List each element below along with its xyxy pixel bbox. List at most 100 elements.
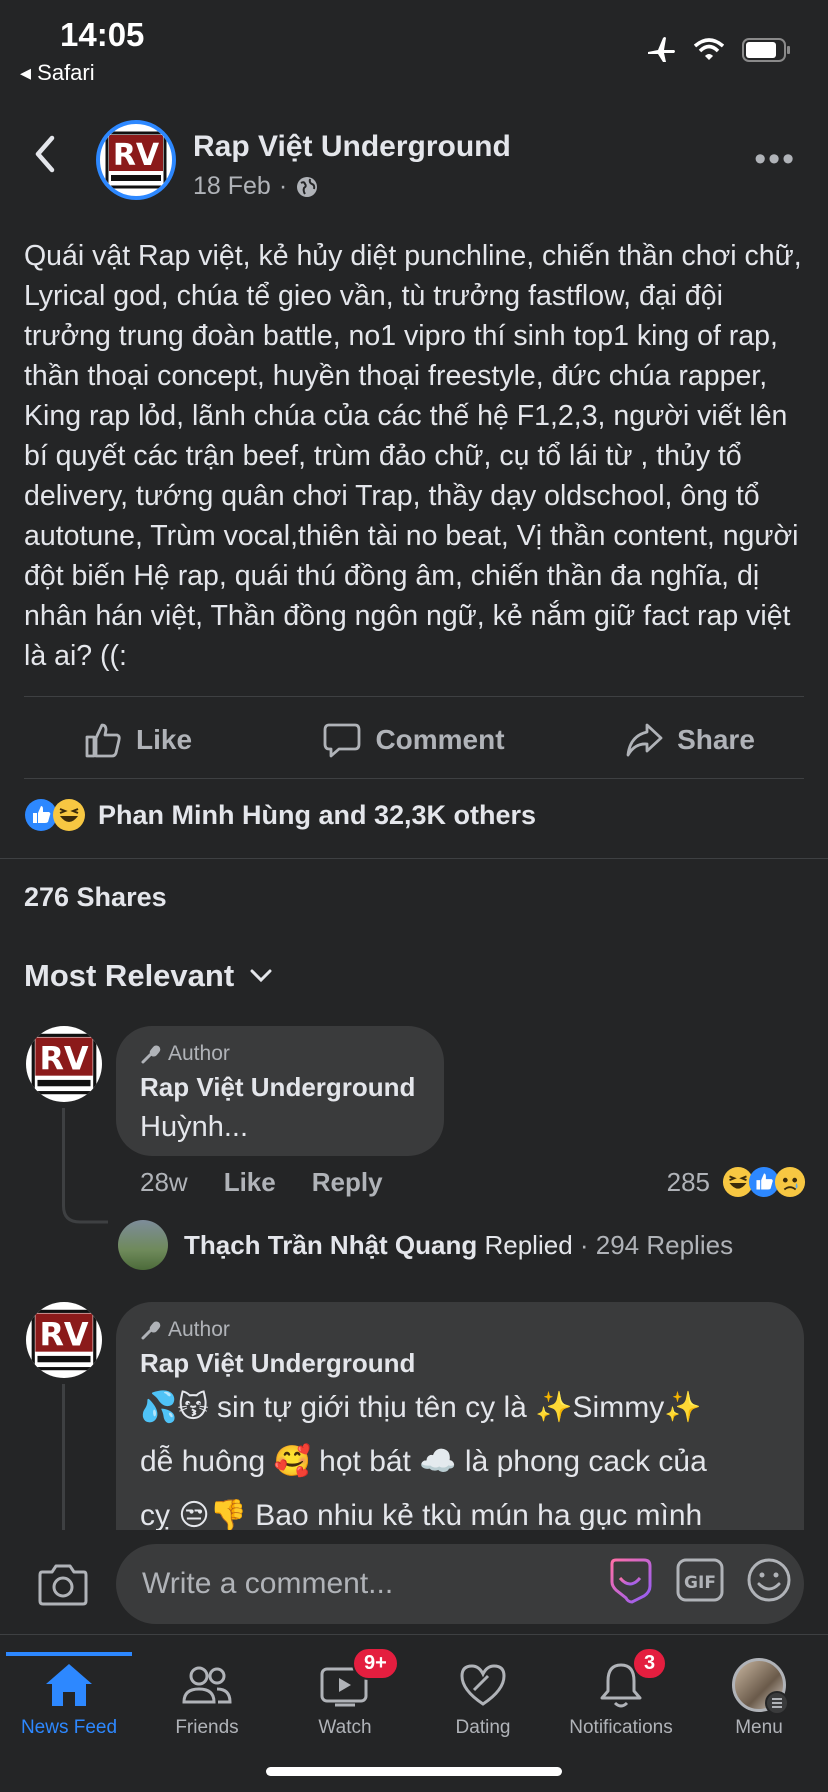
home-icon (46, 1664, 92, 1706)
post-body: Quái vật Rap việt, kẻ hủy diệt punchline… (24, 240, 802, 672)
share-button[interactable]: Share (552, 702, 828, 778)
sad-reaction-icon (774, 1166, 806, 1198)
reactions-summary[interactable]: Phan Minh Hùng and 32,3K others (24, 798, 536, 832)
comment-avatar[interactable]: RV (26, 1302, 102, 1378)
share-label: Share (677, 724, 755, 755)
status-bar: 14:05 ◂ Safari (0, 0, 828, 90)
comment-text-line: dễ huông 🥰 họt bát ☁️ là phong cack của (140, 1445, 707, 1478)
divider (24, 778, 804, 779)
tab-label: Watch (318, 1717, 372, 1738)
back-arrow-icon[interactable] (30, 134, 60, 174)
author-tag-label: Author (168, 1318, 230, 1341)
like-button[interactable]: Like (0, 702, 276, 778)
wifi-icon (694, 38, 724, 60)
microphone-icon (141, 1045, 161, 1064)
page-name[interactable]: Rap Việt Underground (193, 130, 511, 164)
tab-friends[interactable]: Friends (138, 1653, 276, 1739)
avatar-text: RV (39, 1039, 88, 1077)
comment-reply-button[interactable]: Reply (312, 1167, 383, 1198)
comment-composer: Write a comment... GIF (0, 1530, 828, 1634)
comment-text-line: 💦😽 sin tự giới thịu tên cỵ là ✨Simmy✨ (140, 1391, 702, 1424)
thread-line (62, 1384, 65, 1530)
replies-summary[interactable]: Thạch Trần Nhật Quang Replied · 294 Repl… (118, 1220, 733, 1270)
page-avatar[interactable]: RV (96, 120, 176, 200)
menu-lines-icon (765, 1691, 789, 1715)
divider (24, 696, 804, 697)
post-header: RV Rap Việt Underground 18 Feb · ••• (0, 110, 828, 210)
comment-reactions[interactable]: 285 (667, 1166, 806, 1198)
thread-connector (62, 1190, 108, 1224)
comment-reaction-count: 285 (666, 1166, 710, 1197)
globe-icon (297, 176, 318, 197)
friends-icon (182, 1666, 232, 1704)
like-label: Like (135, 724, 193, 755)
tab-watch[interactable]: 9+ Watch (276, 1647, 414, 1739)
reply-action: Replied (484, 1229, 573, 1260)
sort-dropdown[interactable]: Most Relevant (24, 958, 272, 994)
tab-notifications[interactable]: 3 Notifications (552, 1647, 690, 1739)
reply-avatar (118, 1220, 168, 1270)
notifications-badge: 3 (632, 1647, 668, 1680)
commenter-name[interactable]: Rap Việt Underground (140, 1348, 780, 1379)
avatar-text: RV (113, 138, 160, 173)
comment-bubble[interactable]: Author Rap Việt Underground 💦😽 sin tự gi… (116, 1302, 804, 1562)
tab-news-feed[interactable]: News Feed (0, 1652, 138, 1739)
author-tag: Author (140, 1318, 780, 1342)
svg-text:GIF: GIF (684, 1573, 716, 1593)
comment-bubble[interactable]: Author Rap Việt Underground Huỳnh... (116, 1026, 444, 1156)
comment-meta: 28w Like Reply 285 (140, 1166, 806, 1198)
post-date-text: 18 Feb (193, 172, 271, 200)
tab-label: Dating (455, 1717, 511, 1738)
comment-like-button[interactable]: Like (224, 1167, 276, 1198)
comment-placeholder: Write a comment... (142, 1567, 394, 1600)
sort-label: Most Relevant (24, 958, 235, 993)
reply-count: · 294 Replies (572, 1229, 734, 1260)
post-actions: Like Comment Share (0, 702, 828, 778)
speech-bubble-icon (324, 723, 361, 758)
comment-text: 💦😽 sin tự giới thịu tên cỵ là ✨Simmy✨ dễ… (140, 1381, 780, 1543)
comment-label: Comment (375, 724, 505, 755)
author-tag-label: Author (168, 1042, 230, 1065)
commenter-name[interactable]: Rap Việt Underground (140, 1072, 420, 1103)
microphone-icon (141, 1321, 161, 1340)
haha-reaction-icon (53, 799, 85, 831)
rv-logo-icon: RV (105, 131, 167, 189)
status-icons (646, 36, 792, 64)
tab-label: Notifications (569, 1717, 673, 1738)
watch-badge: 9+ (352, 1647, 399, 1680)
battery-icon (742, 38, 790, 62)
comment-button[interactable]: Comment (276, 702, 552, 778)
bottom-tab-bar: News Feed Friends 9+ Watch Dating 3 Noti… (0, 1634, 828, 1792)
comment-age: 28w (140, 1166, 188, 1197)
menu-avatar (732, 1658, 789, 1715)
airplane-icon (648, 37, 675, 62)
tab-label: News Feed (20, 1717, 118, 1738)
camera-icon[interactable] (38, 1562, 88, 1606)
avatar-sticker-icon[interactable] (606, 1556, 654, 1604)
reply-author-name: Thạch Trần Nhật Quang (184, 1229, 478, 1260)
composer-icons: GIF (606, 1556, 792, 1604)
heart-icon (460, 1664, 506, 1706)
avatar-text: RV (39, 1315, 88, 1353)
more-options-icon[interactable]: ••• (754, 140, 796, 179)
reactions-text: Phan Minh Hùng and 32,3K others (98, 799, 537, 830)
back-to-safari-link[interactable]: ◂ Safari (20, 60, 95, 86)
rv-logo-icon: RV (31, 1033, 97, 1095)
tab-dating[interactable]: Dating (414, 1653, 552, 1739)
emoji-icon[interactable] (746, 1557, 792, 1603)
chevron-down-icon (250, 969, 272, 983)
author-tag: Author (140, 1042, 420, 1066)
tab-menu[interactable]: Menu (690, 1653, 828, 1739)
section-divider (0, 858, 828, 859)
thumbs-up-icon (85, 723, 121, 758)
tab-label: Menu (735, 1717, 783, 1738)
gif-icon[interactable]: GIF (676, 1558, 724, 1602)
shares-count[interactable]: 276 Shares (24, 882, 167, 913)
clock: 14:05 (60, 16, 145, 53)
share-arrow-icon (626, 723, 663, 757)
comment-avatar[interactable]: RV (26, 1026, 102, 1102)
tab-label: Friends (175, 1717, 239, 1738)
home-indicator (266, 1767, 562, 1776)
comment-text: Huỳnh... (140, 1111, 248, 1143)
post-date: 18 Feb · (193, 172, 319, 201)
